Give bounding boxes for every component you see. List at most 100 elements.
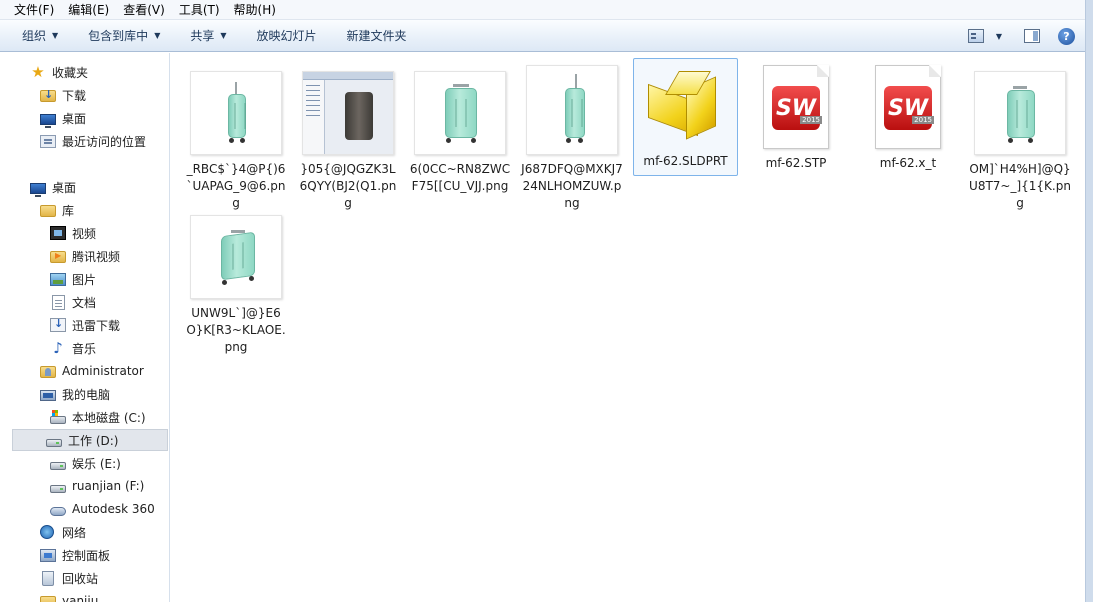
organize-label: 组织 [22, 29, 47, 43]
menu-view[interactable]: 查看(V) [123, 1, 165, 18]
solidworks-part-icon [638, 59, 734, 149]
nav-label: 图片 [72, 272, 97, 287]
nav-label: 迅雷下载 [72, 318, 121, 333]
picture-library-icon [50, 273, 66, 286]
file-name: UNW9L`]@}E6O}K[R3~KLAOE.png [186, 306, 286, 354]
file-name: OM]`H4%H]@Q}U8T7~_]{1{K.png [969, 162, 1071, 210]
video-library-icon [50, 226, 66, 240]
nav-favorites[interactable]: ★ 收藏夹 [30, 61, 88, 83]
file-name: mf-62.SLDPRT [643, 154, 728, 168]
file-item[interactable]: _RBC$`}4@P{)6`UAPAG_9@6.png [181, 67, 291, 212]
nav-label: 音乐 [72, 341, 97, 356]
help-icon[interactable]: ? [1058, 27, 1075, 45]
nav-label: Autodesk 360 [72, 502, 155, 516]
file-item[interactable]: }05{@JQGZK3L6QYY(BJ2(Q1.png [293, 67, 403, 212]
new-folder-button[interactable]: 新建文件夹 [347, 27, 407, 44]
network-icon [40, 525, 54, 539]
nav-music[interactable]: ♪ 音乐 [50, 337, 96, 359]
change-view-icon[interactable] [967, 29, 984, 43]
hard-drive-icon [50, 461, 66, 470]
nav-drive-e[interactable]: 娱乐 (E:) [50, 452, 121, 474]
nav-partial-item[interactable]: yaniju [40, 590, 98, 602]
image-thumbnail [526, 65, 618, 155]
nav-label: 腾讯视频 [72, 249, 121, 264]
nav-label: 最近访问的位置 [62, 134, 147, 149]
nav-label: 收藏夹 [52, 65, 89, 80]
share-button[interactable]: 共享 ▼ [190, 27, 226, 44]
nav-computer[interactable]: 我的电脑 [40, 383, 110, 405]
nav-label: Administrator [62, 364, 144, 378]
file-item-selected[interactable]: mf-62.SLDPRT [633, 58, 738, 176]
menu-help[interactable]: 帮助(H) [234, 1, 276, 18]
nav-downloads[interactable]: 下载 [40, 84, 86, 106]
document-library-icon [52, 294, 65, 310]
nav-tencent-video[interactable]: 腾讯视频 [50, 245, 120, 267]
desktop-icon [30, 182, 46, 197]
nav-drive-c[interactable]: 本地磁盘 (C:) [50, 406, 146, 428]
file-list: _RBC$`}4@P{)6`UAPAG_9@6.png }05{@JQGZK3L… [171, 53, 1085, 602]
download-folder-icon [40, 88, 56, 102]
nav-videos[interactable]: 视频 [50, 222, 96, 244]
recent-places-icon [40, 134, 56, 148]
file-item[interactable]: OM]`H4%H]@Q}U8T7~_]{1{K.png [965, 67, 1075, 212]
image-thumbnail [302, 71, 394, 155]
chevron-down-icon: ▼ [220, 31, 227, 40]
menu-bar: 文件(F) 编辑(E) 查看(V) 工具(T) 帮助(H) [0, 0, 1093, 20]
nav-autodesk-360[interactable]: Autodesk 360 [50, 498, 155, 520]
file-name: 6(0CC~RN8ZWCF75[[CU_VJJ.png [409, 162, 511, 193]
nav-label: 文档 [72, 295, 97, 310]
view-controls: ▼ ? [967, 24, 1075, 48]
menu-file[interactable]: 文件(F) [14, 1, 54, 18]
file-item[interactable]: SW 2015 mf-62.x_t [853, 65, 963, 172]
file-name: mf-62.x_t [879, 156, 937, 170]
nav-label: 回收站 [62, 571, 99, 586]
file-item[interactable]: UNW9L`]@}E6O}K[R3~KLAOE.png [181, 211, 291, 356]
include-library-label: 包含到库中 [88, 29, 149, 43]
nav-label: 网络 [62, 525, 87, 540]
nav-control-panel[interactable]: 控制面板 [40, 544, 110, 566]
nav-network[interactable]: 网络 [40, 521, 86, 543]
organize-button[interactable]: 组织 ▼ [22, 27, 58, 44]
file-name: mf-62.STP [765, 156, 827, 170]
file-item[interactable]: 6(0CC~RN8ZWCF75[[CU_VJJ.png [405, 67, 515, 195]
solidworks-document-icon: SW 2015 [763, 65, 829, 149]
version-year: 2015 [800, 116, 822, 124]
menu-tools[interactable]: 工具(T) [179, 1, 220, 18]
nav-label: 桌面 [62, 111, 87, 126]
image-thumbnail [190, 71, 282, 155]
nav-drive-f[interactable]: ruanjian (F:) [50, 475, 144, 497]
nav-drive-d[interactable]: 工作 (D:) [12, 429, 168, 451]
image-thumbnail [414, 71, 506, 155]
nav-desktop[interactable]: 桌面 [30, 176, 76, 198]
nav-label: 工作 (D:) [68, 433, 119, 448]
include-library-button[interactable]: 包含到库中 ▼ [88, 27, 160, 44]
star-icon: ★ [31, 63, 45, 81]
nav-label: 视频 [72, 226, 97, 241]
control-panel-icon [40, 548, 56, 562]
nav-desktop-favorite[interactable]: 桌面 [40, 107, 86, 129]
nav-recent[interactable]: 最近访问的位置 [40, 130, 146, 152]
hard-drive-icon [50, 484, 66, 493]
nav-documents[interactable]: 文档 [50, 291, 96, 313]
preview-pane-icon[interactable] [1024, 29, 1040, 43]
navigation-pane: ★ 收藏夹 下载 桌面 最近访问的位置 桌面 库 视频 腾讯视频 图片 文档 迅雷… [0, 53, 170, 602]
nav-label: 本地磁盘 (C:) [72, 410, 146, 425]
nav-administrator[interactable]: Administrator [40, 360, 144, 382]
file-item[interactable]: SW 2015 mf-62.STP [741, 65, 851, 172]
nav-label: 下载 [62, 88, 87, 103]
nav-pictures[interactable]: 图片 [50, 268, 96, 290]
share-label: 共享 [190, 29, 215, 43]
nav-thunder-download[interactable]: 迅雷下载 [50, 314, 120, 336]
chevron-down-icon: ▼ [154, 31, 161, 40]
music-note-icon: ♪ [53, 339, 63, 357]
desktop-icon [40, 113, 56, 128]
nav-recycle-bin[interactable]: 回收站 [40, 567, 98, 589]
slideshow-button[interactable]: 放映幻灯片 [257, 27, 317, 44]
file-item[interactable]: J687DFQ@MXKJ724NLHOMZUW.png [517, 63, 627, 212]
view-options-chevron-icon[interactable]: ▼ [996, 32, 1002, 41]
library-folder-icon [40, 205, 56, 217]
nav-library[interactable]: 库 [40, 199, 74, 221]
image-thumbnail [190, 215, 282, 299]
folder-icon [40, 596, 56, 602]
menu-edit[interactable]: 编辑(E) [68, 1, 109, 18]
